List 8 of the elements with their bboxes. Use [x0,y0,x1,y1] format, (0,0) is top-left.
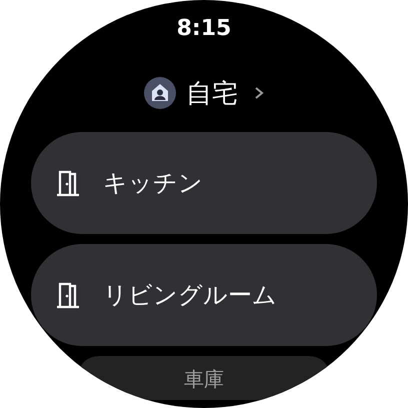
room-button[interactable]: リビングルーム [31,244,377,346]
chevron-right-icon [254,86,264,100]
door-icon [55,281,81,309]
clock-time: 8:15 [176,15,232,43]
door-icon [55,169,81,197]
home-title[interactable]: 自宅 [186,76,238,110]
home-avatar-icon[interactable] [144,77,176,109]
room-button[interactable]: キッチン [31,132,377,234]
